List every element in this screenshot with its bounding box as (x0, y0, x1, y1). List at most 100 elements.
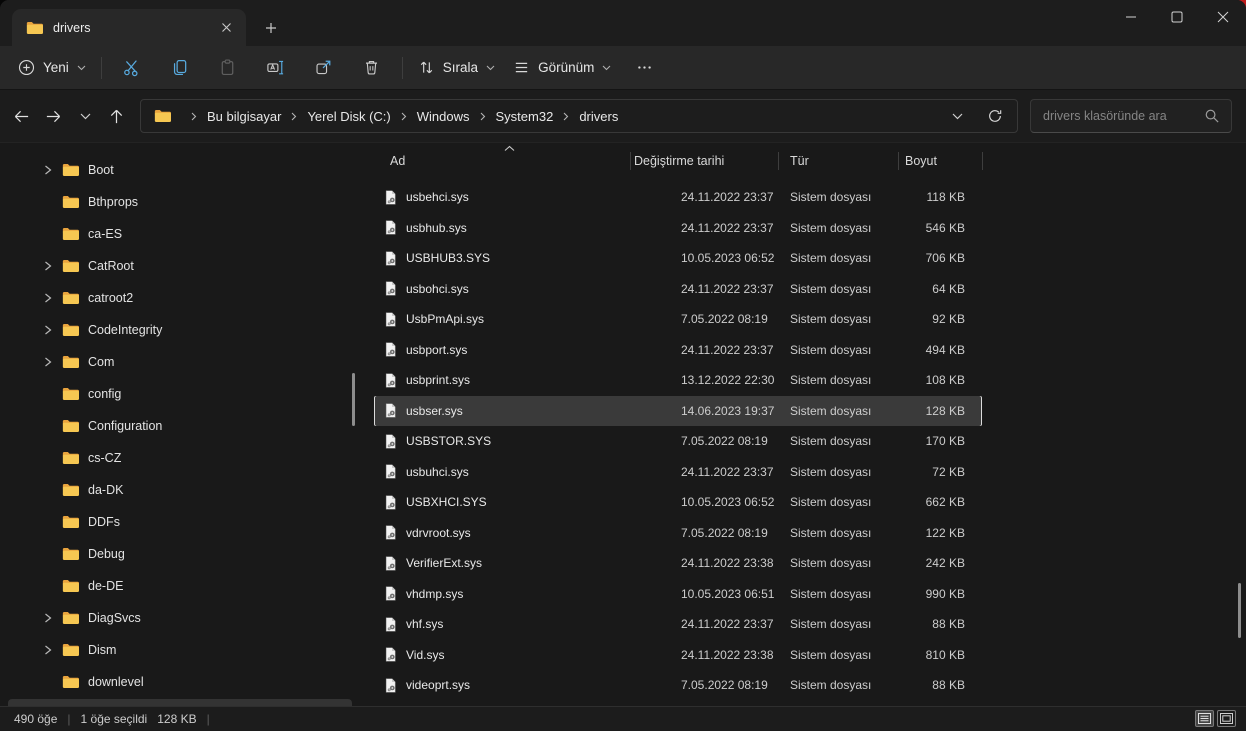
file-name-cell: vhf.sys (374, 617, 630, 632)
column-divider[interactable] (778, 152, 779, 170)
file-size: 546 KB (898, 221, 982, 235)
cut-button[interactable] (112, 50, 152, 86)
breadcrumb-separator-icon[interactable] (480, 112, 486, 121)
sidebar-item-Com[interactable]: Com (8, 347, 352, 377)
file-date-modified: 24.11.2022 23:37 (630, 190, 778, 204)
new-button[interactable]: Yeni (9, 50, 95, 86)
sidebar-item-downlevel[interactable]: downlevel (8, 667, 352, 697)
rename-button[interactable] (256, 50, 296, 86)
sidebar-item-label: Configuration (88, 419, 162, 433)
chevron-right-icon[interactable] (40, 325, 56, 335)
file-row-videoprt.sys[interactable]: videoprt.sys7.05.2022 08:19Sistem dosyas… (374, 670, 982, 701)
file-explorer-window: drivers Yeni (0, 0, 1246, 731)
share-button[interactable] (304, 50, 344, 86)
minimize-icon[interactable] (1108, 0, 1154, 33)
file-row-vdrvroot.sys[interactable]: vdrvroot.sys7.05.2022 08:19Sistem dosyas… (374, 518, 982, 549)
sidebar-item-DiagSvcs[interactable]: DiagSvcs (8, 603, 352, 633)
chevron-right-icon[interactable] (40, 293, 56, 303)
up-icon[interactable] (100, 100, 132, 132)
sidebar-item-Debug[interactable]: Debug (8, 539, 352, 569)
breadcrumb-item[interactable]: Yerel Disk (C:) (307, 109, 390, 124)
file-size: 72 KB (898, 465, 982, 479)
file-date-modified: 24.11.2022 23:38 (630, 648, 778, 662)
large-icons-view-icon[interactable] (1217, 710, 1236, 727)
refresh-icon[interactable] (983, 104, 1007, 128)
breadcrumb-separator-icon[interactable] (291, 112, 297, 121)
breadcrumb-item[interactable]: Windows (417, 109, 470, 124)
tab-drivers[interactable]: drivers (12, 9, 246, 46)
file-name-cell: usbohci.sys (374, 281, 630, 296)
column-divider[interactable] (982, 152, 983, 170)
sidebar-item-CodeIntegrity[interactable]: CodeIntegrity (8, 315, 352, 345)
file-row-usbport.sys[interactable]: usbport.sys24.11.2022 23:37Sistem dosyas… (374, 335, 982, 366)
sidebar-item-Boot[interactable]: Boot (8, 155, 352, 185)
delete-button[interactable] (352, 50, 392, 86)
sidebar-item-Configuration[interactable]: Configuration (8, 411, 352, 441)
sidebar-item-label: downlevel (88, 675, 144, 689)
column-divider[interactable] (898, 152, 899, 170)
chevron-right-icon[interactable] (40, 165, 56, 175)
paste-button[interactable] (208, 50, 248, 86)
file-row-usbser.sys[interactable]: usbser.sys14.06.2023 19:37Sistem dosyası… (374, 396, 982, 427)
view-button[interactable]: Görünüm (504, 50, 620, 86)
breadcrumb-item[interactable]: Bu bilgisayar (207, 109, 281, 124)
new-tab-icon[interactable] (258, 16, 284, 40)
column-divider[interactable] (630, 152, 631, 170)
sidebar-item-config[interactable]: config (8, 379, 352, 409)
sidebar-scrollbar[interactable] (352, 373, 355, 426)
breadcrumb-separator-icon[interactable] (401, 112, 407, 121)
sidebar-item-DDFs[interactable]: DDFs (8, 507, 352, 537)
file-row-UsbPmApi.sys[interactable]: UsbPmApi.sys7.05.2022 08:19Sistem dosyas… (374, 304, 982, 335)
selection-size: 128 KB (157, 712, 196, 726)
file-row-vhf.sys[interactable]: vhf.sys24.11.2022 23:37Sistem dosyası88 … (374, 609, 982, 640)
sidebar-item-cs-CZ[interactable]: cs-CZ (8, 443, 352, 473)
file-list-scrollbar[interactable] (1238, 583, 1241, 638)
back-icon[interactable] (5, 100, 37, 132)
file-row-USBHUB3.SYS[interactable]: USBHUB3.SYS10.05.2023 06:52Sistem dosyas… (374, 243, 982, 274)
file-row-usbohci.sys[interactable]: usbohci.sys24.11.2022 23:37Sistem dosyas… (374, 274, 982, 305)
file-row-usbhub.sys[interactable]: usbhub.sys24.11.2022 23:37Sistem dosyası… (374, 213, 982, 244)
file-type: Sistem dosyası (778, 495, 898, 509)
search-input[interactable] (1031, 100, 1231, 132)
sidebar-item-da-DK[interactable]: da-DK (8, 475, 352, 505)
close-icon[interactable] (1200, 0, 1246, 33)
breadcrumb-separator-icon[interactable] (563, 112, 569, 121)
sidebar-item-CatRoot[interactable]: CatRoot (8, 251, 352, 281)
sidebar-item-selected[interactable] (8, 699, 352, 706)
file-row-USBSTOR.SYS[interactable]: USBSTOR.SYS7.05.2022 08:19Sistem dosyası… (374, 426, 982, 457)
maximize-icon[interactable] (1154, 0, 1200, 33)
sidebar-item-catroot2[interactable]: catroot2 (8, 283, 352, 313)
address-bar[interactable]: Bu bilgisayar Yerel Disk (C:) Windows Syste… (140, 99, 1018, 133)
sidebar-item-Dism[interactable]: Dism (8, 635, 352, 665)
sidebar-item-de-DE[interactable]: de-DE (8, 571, 352, 601)
file-row-usbprint.sys[interactable]: usbprint.sys13.12.2022 22:30Sistem dosya… (374, 365, 982, 396)
sort-button[interactable]: Sırala (409, 50, 504, 86)
column-header-date-modified[interactable]: Değiştirme tarihi (630, 154, 778, 168)
sidebar-item-ca-ES[interactable]: ca-ES (8, 219, 352, 249)
file-row-VerifierExt.sys[interactable]: VerifierExt.sys24.11.2022 23:38Sistem do… (374, 548, 982, 579)
chevron-right-icon[interactable] (40, 261, 56, 271)
breadcrumb-item[interactable]: drivers (579, 109, 618, 124)
details-view-icon[interactable] (1195, 710, 1214, 727)
chevron-right-icon[interactable] (40, 357, 56, 367)
recent-locations-chevron-icon[interactable] (69, 100, 101, 132)
status-divider: | (207, 712, 210, 726)
column-header-size[interactable]: Boyut (898, 154, 982, 168)
column-header-type[interactable]: Tür (778, 154, 898, 168)
file-row-Vid.sys[interactable]: Vid.sys24.11.2022 23:38Sistem dosyası810… (374, 640, 982, 671)
chevron-right-icon[interactable] (40, 645, 56, 655)
tab-close-icon[interactable] (214, 16, 238, 40)
copy-button[interactable] (160, 50, 200, 86)
chevron-right-icon[interactable] (40, 613, 56, 623)
more-button[interactable] (624, 50, 664, 86)
file-type: Sistem dosyası (778, 526, 898, 540)
forward-icon[interactable] (37, 100, 69, 132)
address-dropdown-chevron-icon[interactable] (945, 104, 969, 128)
file-row-usbehci.sys[interactable]: usbehci.sys24.11.2022 23:37Sistem dosyas… (374, 182, 982, 213)
file-row-USBXHCI.SYS[interactable]: USBXHCI.SYS10.05.2023 06:52Sistem dosyas… (374, 487, 982, 518)
column-header-name[interactable]: Ad (374, 154, 630, 168)
sidebar-item-Bthprops[interactable]: Bthprops (8, 187, 352, 217)
breadcrumb-item[interactable]: System32 (496, 109, 554, 124)
file-row-vhdmp.sys[interactable]: vhdmp.sys10.05.2023 06:51Sistem dosyası9… (374, 579, 982, 610)
file-row-usbuhci.sys[interactable]: usbuhci.sys24.11.2022 23:37Sistem dosyas… (374, 457, 982, 488)
